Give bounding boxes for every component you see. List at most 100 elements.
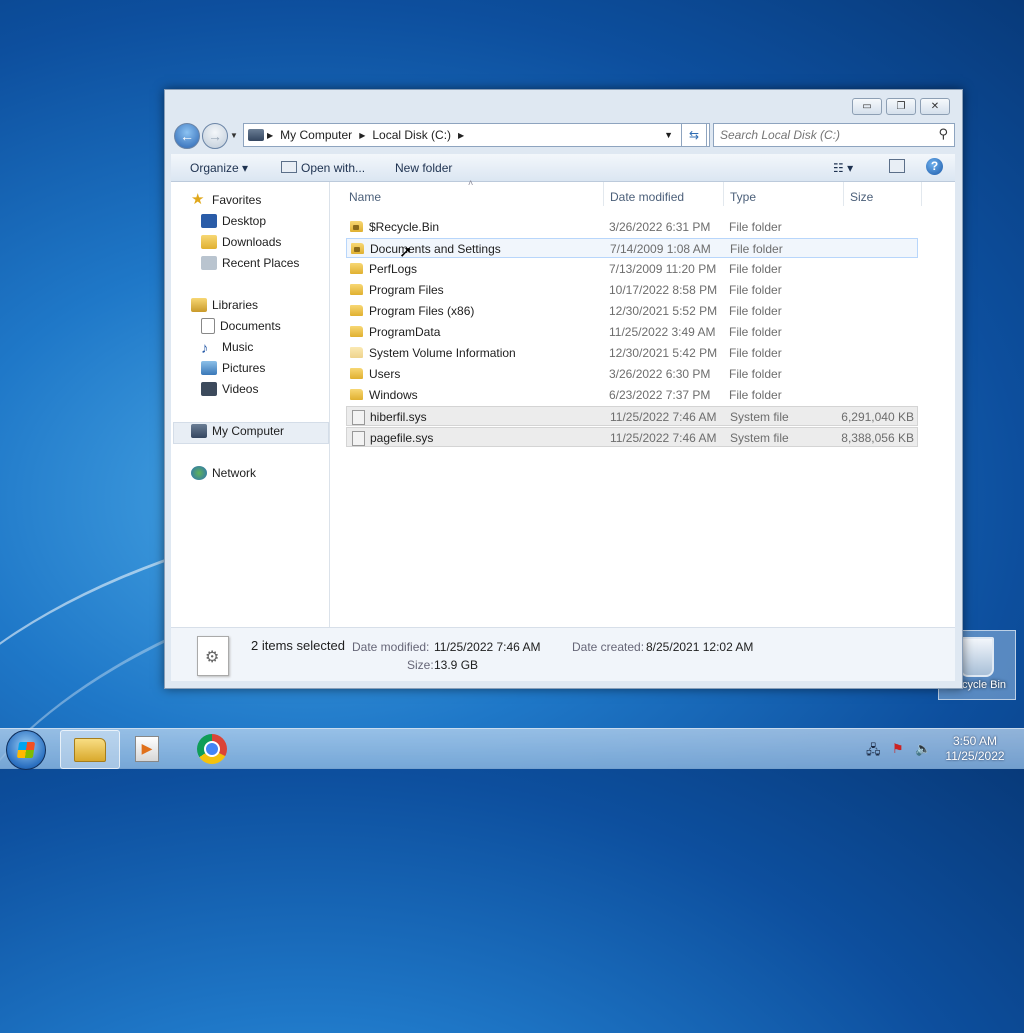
organize-button[interactable]: Organize ▾: [190, 161, 248, 175]
file-row[interactable]: Windows 6/23/2022 7:37 PM File folder: [346, 385, 918, 405]
command-bar: Organize ▾ Open with... New folder ☷ ▾ ?: [171, 154, 955, 182]
nav-videos[interactable]: Videos: [201, 379, 258, 399]
window-icon: [281, 161, 297, 173]
forward-button[interactable]: →: [202, 123, 228, 149]
open-with-label: Open with...: [301, 161, 366, 175]
navigation-pane: ★ Favorites Desktop Downloads Recent Plac…: [171, 182, 330, 627]
volume-icon[interactable]: 🔈: [915, 741, 931, 757]
file-row[interactable]: $Recycle.Bin 3/26/2022 6:31 PM File folder: [346, 217, 918, 237]
minimize-button[interactable]: ▭: [852, 98, 882, 115]
file-row[interactable]: System Volume Information 12/30/2021 5:42…: [346, 343, 918, 363]
file-row[interactable]: Program Files (x86) 12/30/2021 5:52 PM Fil…: [346, 301, 918, 321]
windows-logo-icon: [16, 742, 36, 758]
taskbar: ▶ 🖧 ⚑ 🔈 3:50 AM 11/25/2022: [0, 728, 1024, 770]
nav-downloads[interactable]: Downloads: [201, 232, 281, 252]
column-header-type[interactable]: Type: [730, 190, 756, 204]
folder-icon: [350, 305, 363, 316]
recent-pages-dropdown[interactable]: ▼: [230, 131, 238, 140]
nav-desktop-label: Desktop: [222, 214, 267, 228]
column-divider[interactable]: [921, 182, 922, 206]
refresh-button[interactable]: ⇆: [681, 123, 707, 147]
help-button[interactable]: ?: [926, 158, 943, 175]
close-button[interactable]: ✕: [920, 98, 950, 115]
nav-libraries[interactable]: Libraries: [191, 295, 258, 315]
file-row[interactable]: Program Files 10/17/2022 8:58 PM File fold…: [346, 280, 918, 300]
network-icon: [191, 466, 207, 480]
address-dropdown-icon[interactable]: ▼: [664, 130, 673, 140]
open-with-button[interactable]: Open with...: [281, 161, 365, 175]
file-row[interactable]: ProgramData 11/25/2022 3:49 AM File folder: [346, 322, 918, 342]
nav-recent-places[interactable]: Recent Places: [201, 253, 299, 273]
chevron-right-icon[interactable]: ▶: [359, 131, 365, 140]
locked-folder-icon: [351, 243, 364, 254]
file-date: 7/14/2009 1:08 AM: [610, 242, 711, 256]
recent-places-icon: [201, 256, 217, 270]
chrome-icon: [197, 733, 227, 764]
chevron-right-icon[interactable]: ▶: [267, 131, 273, 140]
file-type: File folder: [729, 346, 782, 360]
file-row-selected[interactable]: pagefile.sys 11/25/2022 7:46 AM System fil…: [346, 427, 918, 447]
preview-pane-button[interactable]: [889, 159, 909, 175]
date-created-value: 8/25/2021 12:02 AM: [646, 640, 754, 654]
date-modified-value: 11/25/2022 7:46 AM: [434, 640, 541, 654]
address-bar[interactable]: ▶ My Computer ▶ Local Disk (C:) ▶ ▼: [243, 123, 710, 147]
nav-desktop[interactable]: Desktop: [201, 211, 266, 231]
nav-pictures[interactable]: Pictures: [201, 358, 265, 378]
breadcrumb-local-disk[interactable]: Local Disk (C:): [372, 128, 451, 142]
desktop-icon: [201, 214, 217, 228]
nav-music[interactable]: ♪ Music: [201, 337, 253, 357]
column-header-date-modified[interactable]: Date modified: [610, 190, 684, 204]
file-date: 11/25/2022 3:49 AM: [609, 325, 716, 339]
size-value: 13.9 GB: [434, 658, 479, 672]
file-date: 3/26/2022 6:31 PM: [609, 220, 711, 234]
nav-documents[interactable]: Documents: [201, 316, 281, 336]
new-folder-button[interactable]: New folder: [395, 161, 452, 175]
file-name: Documents and Settings: [370, 242, 501, 256]
libraries-icon: [191, 298, 207, 312]
search-icon[interactable]: ⚲: [938, 126, 948, 142]
file-type: File folder: [730, 242, 783, 256]
chevron-right-icon[interactable]: ▶: [458, 131, 464, 140]
column-header-size[interactable]: Size: [850, 190, 873, 204]
file-row[interactable]: Users 3/26/2022 6:30 PM File folder: [346, 364, 918, 384]
taskbar-chrome[interactable]: [183, 730, 241, 767]
file-row-selected[interactable]: hiberfil.sys 11/25/2022 7:46 AM System fil…: [346, 406, 918, 426]
nav-network[interactable]: Network: [191, 463, 256, 483]
taskbar-explorer[interactable]: [60, 730, 120, 769]
breadcrumb-my-computer[interactable]: My Computer: [280, 128, 352, 142]
folder-icon: [350, 368, 363, 379]
column-divider[interactable]: [603, 182, 604, 206]
search-input[interactable]: [718, 125, 932, 145]
file-name: Windows: [369, 388, 418, 402]
maximize-button[interactable]: ❐: [886, 98, 916, 115]
action-center-flag-icon[interactable]: ⚑: [892, 741, 904, 757]
file-list: Name ˄ Date modified Type Size $Recycle.…: [331, 178, 955, 627]
taskbar-media-player[interactable]: ▶: [118, 730, 176, 767]
system-file-icon: [197, 636, 229, 676]
clock[interactable]: 3:50 AM 11/25/2022: [940, 734, 1010, 764]
column-divider[interactable]: [843, 182, 844, 206]
clock-time: 3:50 AM: [952, 734, 998, 748]
music-icon: ♪: [201, 340, 209, 357]
file-date: 11/25/2022 7:46 AM: [610, 410, 717, 424]
views-button[interactable]: ☷ ▾: [833, 161, 853, 175]
search-box[interactable]: ⚲: [713, 123, 955, 147]
file-name: ProgramData: [369, 325, 441, 339]
mouse-cursor-icon: ➚: [399, 244, 413, 261]
column-divider[interactable]: [723, 182, 724, 206]
column-header-name[interactable]: Name: [349, 190, 381, 204]
nav-my-computer[interactable]: My Computer: [191, 421, 284, 441]
file-row[interactable]: Documents and Settings 7/14/2009 1:08 AM F…: [346, 238, 918, 258]
folder-icon: [350, 284, 363, 295]
nav-favorites[interactable]: ★ Favorites: [191, 190, 261, 210]
file-date: 6/23/2022 7:37 PM: [609, 388, 711, 402]
file-row[interactable]: PerfLogs 7/13/2009 11:20 PM File folder: [346, 259, 918, 279]
explorer-window: ▭ ❐ ✕ ← → ▼ ▶ My Computer ▶ Local Disk (…: [164, 89, 963, 689]
start-button[interactable]: [6, 730, 46, 770]
file-date: 12/30/2021 5:52 PM: [609, 304, 718, 318]
network-tray-icon[interactable]: 🖧: [866, 741, 881, 763]
preview-pane-icon: [889, 159, 905, 173]
back-button[interactable]: ←: [174, 123, 200, 149]
date-modified-label: Date modified:: [352, 640, 430, 654]
star-icon: ★: [191, 191, 205, 208]
